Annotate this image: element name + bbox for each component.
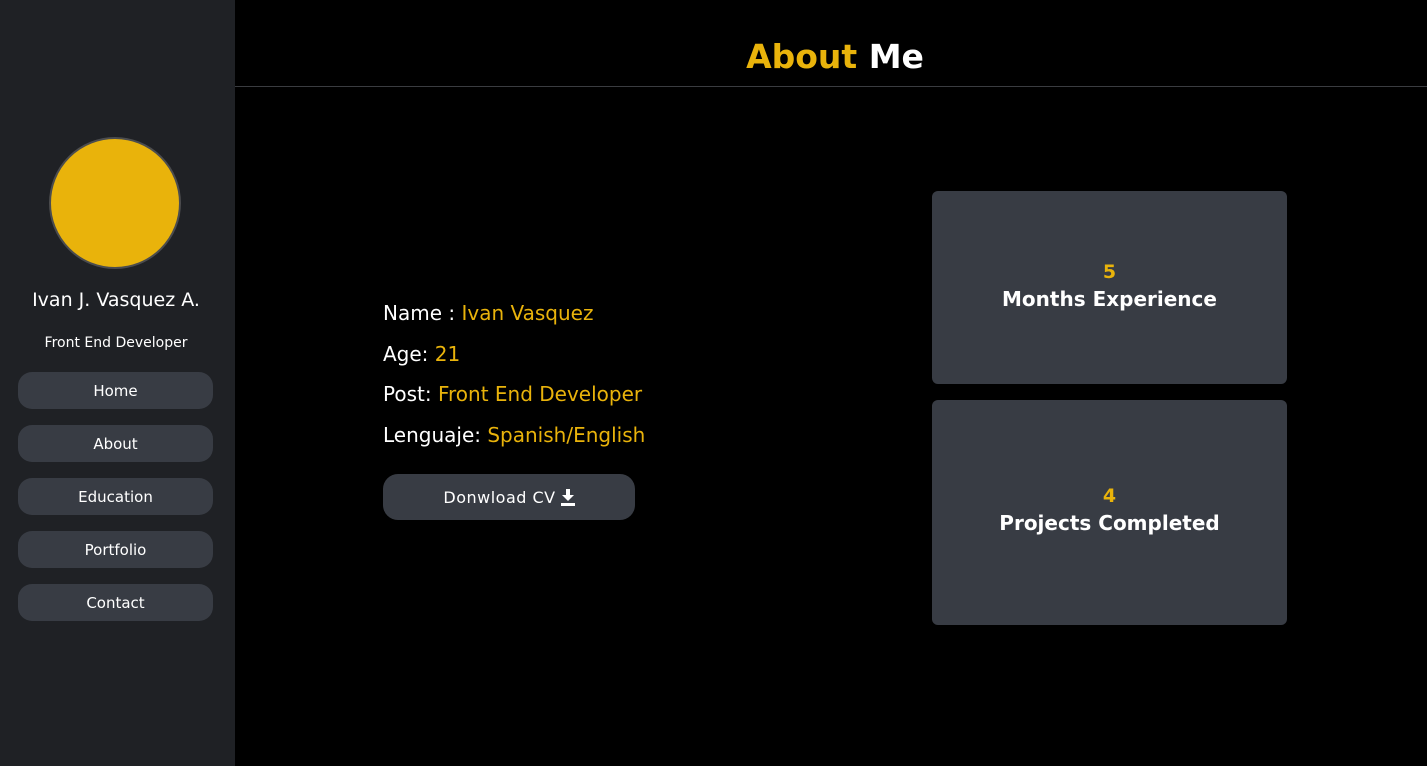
info-value: Spanish/English [487, 422, 646, 447]
page-title-rest: Me [868, 37, 924, 76]
page-header: About Me [235, 0, 1427, 87]
nav-item-education[interactable]: Education [18, 478, 213, 515]
info-row-language: Lenguaje: Spanish/English [383, 418, 645, 459]
download-cv-button[interactable]: Donwload CV [383, 474, 635, 520]
nav-item-portfolio[interactable]: Portfolio [18, 531, 213, 568]
stat-number: 5 [1102, 261, 1117, 283]
sidebar-nav: Home About Education Portfolio Contact [18, 372, 213, 637]
info-label: Name : [383, 301, 462, 325]
nav-item-home[interactable]: Home [18, 372, 213, 409]
info-row-age: Age: 21 [383, 337, 645, 378]
stat-card-experience: 5 Months Experience [932, 191, 1287, 384]
profile-role: Front End Developer [44, 335, 188, 351]
nav-item-contact[interactable]: Contact [18, 584, 213, 621]
stat-card-projects: 4 Projects Completed [932, 400, 1287, 625]
info-label: Post: [383, 382, 438, 406]
download-icon [560, 488, 575, 506]
stat-label: Months Experience [1002, 287, 1217, 311]
nav-item-about[interactable]: About [18, 425, 213, 462]
info-label: Age: [383, 341, 435, 366]
download-cv-label: Donwload CV [443, 487, 556, 507]
about-info: Name : Ivan Vasquez Age: 21 Post: Front … [383, 296, 645, 458]
info-row-name: Name : Ivan Vasquez [383, 296, 645, 337]
stat-number: 4 [1102, 485, 1117, 507]
info-value: Ivan Vasquez [461, 301, 594, 325]
info-label: Lenguaje: [383, 422, 488, 447]
profile-name: Ivan J. Vasquez A. [32, 289, 200, 311]
avatar [49, 137, 181, 269]
sidebar: Ivan J. Vasquez A. Front End Developer H… [0, 0, 235, 766]
stat-label: Projects Completed [999, 511, 1220, 535]
page-title-accent: About [746, 37, 858, 76]
page-title: About Me [235, 40, 1427, 73]
info-value: 21 [434, 341, 461, 366]
info-row-post: Post: Front End Developer [383, 377, 645, 418]
info-value: Front End Developer [437, 382, 643, 406]
